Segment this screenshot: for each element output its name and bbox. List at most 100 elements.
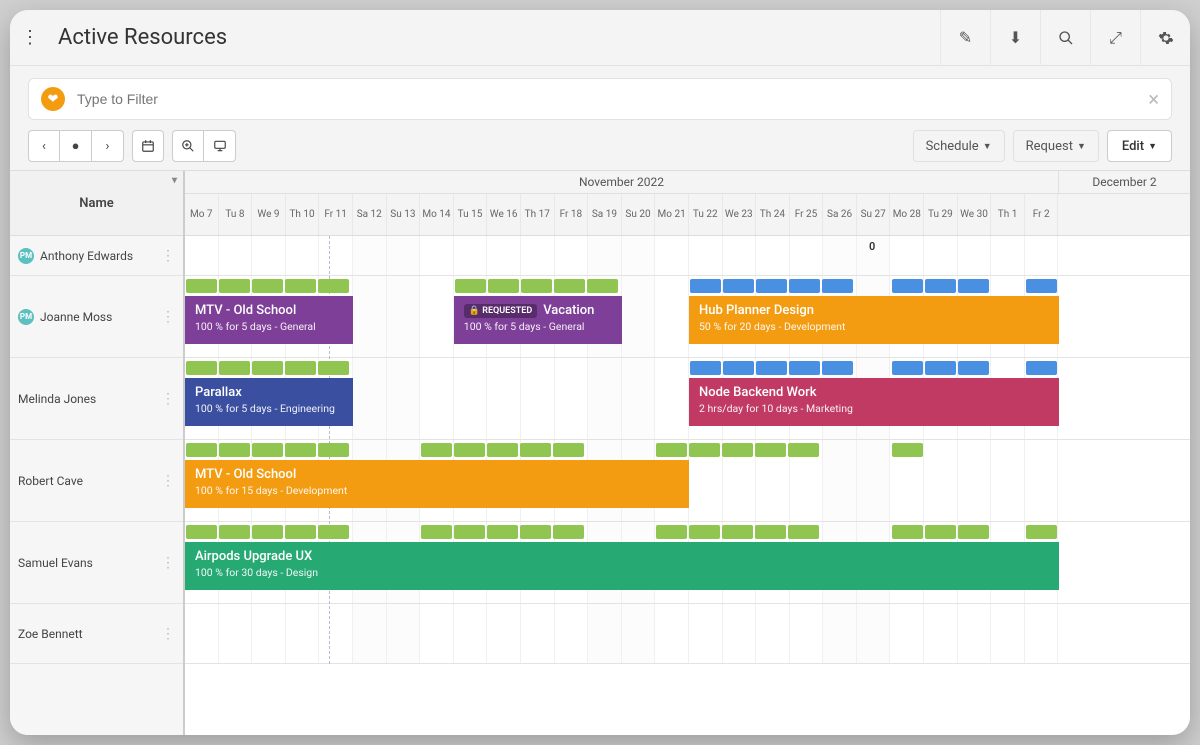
grid-cell[interactable] [387,236,421,275]
zoom-icon[interactable] [172,130,204,162]
grid-cell[interactable] [991,236,1025,275]
grid-cell[interactable] [924,236,958,275]
nav-next-button[interactable]: › [92,130,124,162]
grid-cell[interactable] [420,236,454,275]
nav-prev-button[interactable]: ‹ [28,130,60,162]
grid-cell[interactable] [555,236,589,275]
grid-cell[interactable] [454,358,488,439]
grid-cell[interactable] [185,604,219,663]
filter-chevron-icon[interactable]: ❤ [41,87,65,111]
grid-cell[interactable] [588,236,622,275]
booking-block[interactable]: 🔒 REQUESTEDVacation100 % for 5 days - Ge… [454,296,622,344]
grid-cell[interactable] [521,358,555,439]
grid-cell[interactable] [823,236,857,275]
grid-body[interactable]: MTV - Old School100 % for 5 days - Gener… [185,236,1190,664]
grid-cell[interactable] [924,440,958,521]
grid-cell[interactable] [958,236,992,275]
resource-name-row[interactable]: PMAnthony Edwards⋮ [10,236,183,276]
grid-cell[interactable] [991,604,1025,663]
grid-cell[interactable] [353,358,387,439]
grid-cell[interactable] [1025,236,1059,275]
grid-cell[interactable] [353,604,387,663]
grid-cell[interactable] [655,276,689,357]
row-menu-icon[interactable]: ⋮ [161,555,175,571]
grid-cell[interactable] [219,236,253,275]
resource-name-row[interactable]: Zoe Bennett⋮ [10,604,183,664]
request-dropdown[interactable]: Request▼ [1013,130,1099,162]
grid-cell[interactable] [420,276,454,357]
row-menu-icon[interactable]: ⋮ [161,309,175,325]
grid-cell[interactable] [353,236,387,275]
grid-row[interactable] [185,236,1190,276]
grid-cell[interactable] [353,276,387,357]
grid-cell[interactable] [319,604,353,663]
booking-block[interactable]: MTV - Old School100 % for 5 days - Gener… [185,296,353,344]
grid-cell[interactable] [622,604,656,663]
grid-cell[interactable] [286,236,320,275]
grid-cell[interactable] [723,236,757,275]
grid-cell[interactable] [387,604,421,663]
row-menu-icon[interactable]: ⋮ [161,626,175,642]
grid-cell[interactable] [890,236,924,275]
name-column-header[interactable]: Name ▾ [10,171,183,236]
grid-cell[interactable] [689,236,723,275]
grid-cell[interactable] [924,604,958,663]
booking-block[interactable]: Parallax100 % for 5 days - Engineering [185,378,353,426]
grid-cell[interactable] [756,604,790,663]
grid-cell[interactable] [723,604,757,663]
resource-name-row[interactable]: Samuel Evans⋮ [10,522,183,604]
grid-cell[interactable] [454,604,488,663]
grid-cell[interactable] [521,236,555,275]
grid-cell[interactable] [487,604,521,663]
grid-cell[interactable] [655,236,689,275]
display-icon[interactable] [204,130,236,162]
nav-today-button[interactable]: ● [60,130,92,162]
grid-cell[interactable] [958,604,992,663]
grid-cell[interactable] [387,358,421,439]
grid-cell[interactable] [252,604,286,663]
grid-cell[interactable] [1025,604,1059,663]
menu-kebab-icon[interactable]: ⋮ [10,27,50,48]
grid-cell[interactable] [622,276,656,357]
grid-cell[interactable] [655,358,689,439]
grid-cell[interactable] [1025,440,1059,521]
row-menu-icon[interactable]: ⋮ [161,391,175,407]
schedule-dropdown[interactable]: Schedule▼ [913,130,1005,162]
grid-cell[interactable] [555,358,589,439]
grid-cell[interactable] [454,236,488,275]
grid-cell[interactable] [487,236,521,275]
filter-input[interactable] [77,91,1148,107]
grid-row[interactable] [185,604,1190,664]
grid-cell[interactable] [521,604,555,663]
grid-cell[interactable] [857,440,891,521]
grid-cell[interactable] [588,358,622,439]
filter-close-icon[interactable]: × [1148,87,1159,111]
expand-icon[interactable]: ⤢ [1090,10,1140,66]
grid-cell[interactable] [622,358,656,439]
grid-cell[interactable] [286,604,320,663]
grid-cell[interactable] [252,236,286,275]
gear-icon[interactable] [1140,10,1190,66]
grid-cell[interactable] [487,358,521,439]
booking-block[interactable]: Node Backend Work2 hrs/day for 10 days -… [689,378,1059,426]
grid-cell[interactable] [655,604,689,663]
booking-block[interactable]: Airpods Upgrade UX100 % for 30 days - De… [185,542,1059,590]
grid-cell[interactable] [790,236,824,275]
grid-cell[interactable] [689,604,723,663]
booking-block[interactable]: Hub Planner Design50 % for 20 days - Dev… [689,296,1059,344]
grid-cell[interactable] [588,604,622,663]
search-icon[interactable] [1040,10,1090,66]
download-icon[interactable]: ⬇ [990,10,1040,66]
grid-cell[interactable] [991,440,1025,521]
resource-name-row[interactable]: Melinda Jones⋮ [10,358,183,440]
pencil-icon[interactable]: ✎ [940,10,990,66]
row-menu-icon[interactable]: ⋮ [161,248,175,264]
grid-cell[interactable] [420,604,454,663]
grid-cell[interactable] [319,236,353,275]
grid-cell[interactable] [219,604,253,663]
grid-cell[interactable] [890,604,924,663]
calendar-icon[interactable] [132,130,164,162]
grid-cell[interactable] [958,440,992,521]
edit-dropdown[interactable]: Edit▼ [1107,130,1172,162]
grid-cell[interactable] [420,358,454,439]
